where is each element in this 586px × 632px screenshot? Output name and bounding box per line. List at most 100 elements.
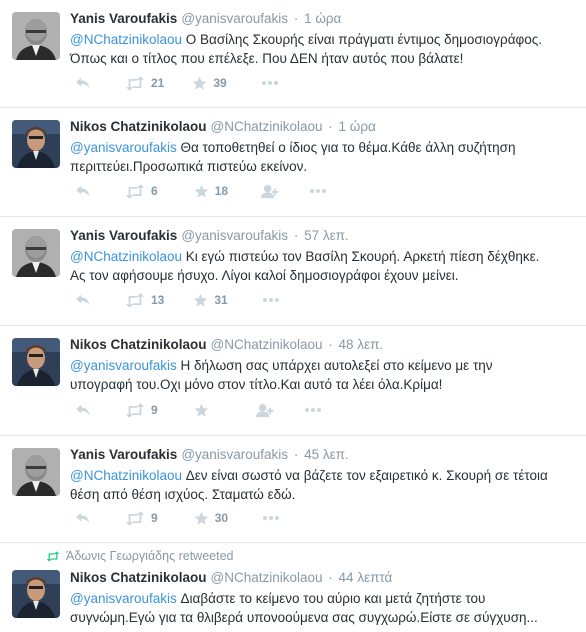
tweet-text-line2: περιττεύει.Προσωπικά πιστεύω εκείνον. [70,158,308,174]
separator-dot: · [324,119,337,134]
star-icon [192,76,207,91]
favorite-button[interactable]: 18 [194,184,228,199]
tweet-author-handle[interactable]: @yanisvaroufakis [181,11,288,26]
tweet-timestamp[interactable]: 1 ώρα [304,11,341,26]
avatar[interactable] [12,12,60,60]
tweet-author-handle[interactable]: @NChatzinikolaou [211,119,323,134]
favorite-button[interactable]: 30 [194,511,228,526]
reply-button[interactable] [74,184,92,198]
retweet-icon [125,511,145,526]
follow-button[interactable] [260,184,279,199]
tweet-timestamp[interactable]: 48 λεπ. [339,337,384,352]
retweet-button[interactable]: 9 [125,403,158,418]
tweet-text-line1: Ο Βασίλης Σκουρής είναι πράγματι έντιμος… [182,32,543,47]
favorite-button[interactable]: 31 [193,293,228,308]
tweet-author-handle[interactable]: @NChatzinikolaou [211,570,323,585]
tweet-author-handle[interactable]: @yanisvaroufakis [181,228,288,243]
retweet-button[interactable]: 13 [125,293,164,308]
separator-dot: · [324,337,337,352]
reply-button[interactable] [74,511,92,525]
tweet-actions: 21 39 [70,73,279,93]
tweet-author-name[interactable]: Yanis Varoufakis [70,228,177,243]
tweet-text-line2: Όπως και ο τίτλος που επέλεξε. Που ΔΕΝ ή… [70,50,464,66]
mention-link[interactable]: @yanisvaroufakis [70,358,177,373]
tweet-text-line2: θέση από θέση ισχύος. Σταματώ εδώ. [70,486,296,502]
tweet-text: @NChatzinikolaou Ο Βασίλης Σκουρής είναι… [70,31,576,68]
avatar[interactable] [12,448,60,496]
retweet-button[interactable]: 21 [125,76,164,91]
more-button[interactable] [309,188,327,194]
avatar[interactable] [12,338,60,386]
retweeted-by[interactable]: Άδωνις Γεωργιάδης retweeted [66,549,233,563]
follow-button[interactable] [255,403,274,418]
tweet-text-line2: συγνώμη.Εγώ για τα θλιβερά υπονοούμενα σ… [70,609,538,625]
mention-link[interactable]: @NChatzinikolaou [70,32,182,47]
more-icon [304,407,322,413]
mention-link[interactable]: @yanisvaroufakis [70,591,177,606]
tweet-text-line1: Κι εγώ πιστεύω τον Βασίλη Σκουρή. Αρκετή… [182,249,540,264]
retweet-count: 9 [151,403,158,417]
retweet-context: Άδωνις Γεωργιάδης retweeted [46,549,233,563]
tweet-text: @NChatzinikolaou Κι εγώ πιστεύω τον Βασί… [70,248,576,285]
favorite-count: 18 [214,184,229,198]
tweet-2[interactable]: Nikos Chatzinikolaou @NChatzinikolaou · 1… [0,108,586,217]
avatar[interactable] [12,570,60,618]
tweet-actions: 9 30 [70,508,280,528]
tweet-timestamp[interactable]: 45 λεπ. [304,447,349,462]
mention-link[interactable]: @yanisvaroufakis [70,140,177,155]
tweet-3[interactable]: Yanis Varoufakis @yanisvaroufakis · 57 λε… [0,217,586,326]
favorite-count: 39 [213,76,227,90]
tweet-author-name[interactable]: Nikos Chatzinikolaou [70,119,207,134]
retweet-icon [125,184,145,199]
more-button[interactable] [304,407,322,413]
tweet-6[interactable]: Άδωνις Γεωργιάδης retweeted Nikos Chatzi… [0,543,586,632]
more-button[interactable] [262,515,280,521]
tweet-timestamp[interactable]: 44 λεπτά [339,570,393,585]
tweet-1[interactable]: Yanis Varoufakis @yanisvaroufakis · 1 ώρα… [0,0,586,108]
retweet-icon [125,293,145,308]
tweet-author-name[interactable]: Nikos Chatzinikolaou [70,337,207,352]
reply-button[interactable] [74,76,92,90]
favorite-count: 31 [214,293,228,307]
tweet-author-handle[interactable]: @yanisvaroufakis [181,447,288,462]
tweet-4[interactable]: Nikos Chatzinikolaou @NChatzinikolaou · 4… [0,326,586,436]
avatar[interactable] [12,229,60,277]
separator-dot: · [324,570,337,585]
more-button[interactable] [261,80,279,86]
retweet-count: 21 [151,76,165,90]
retweet-count: 6 [151,184,158,198]
retweet-button[interactable]: 6 [125,184,158,199]
tweet-text: @NChatzinikolaou Δεν είναι σωστό να βάζε… [70,467,576,504]
tweet-text-line1: Η δήλωση σας υπάρχει αυτολεξεί στο κείμε… [176,358,493,373]
tweet-5[interactable]: Yanis Varoufakis @yanisvaroufakis · 45 λε… [0,436,586,543]
star-icon [194,403,209,418]
tweet-author-name[interactable]: Nikos Chatzinikolaou [70,570,207,585]
star-icon [193,293,208,308]
mention-link[interactable]: @NChatzinikolaou [70,249,182,264]
more-button[interactable] [262,297,280,303]
reply-button[interactable] [74,403,92,417]
favorite-button[interactable]: 39 [192,76,227,91]
tweet-text: @yanisvaroufakis Η δήλωση σας υπάρχει αυ… [70,357,576,394]
separator-dot: · [290,447,303,462]
avatar[interactable] [12,120,60,168]
reply-button[interactable] [74,293,92,307]
tweet-author-handle[interactable]: @NChatzinikolaou [211,337,323,352]
reply-icon [74,403,92,417]
favorite-button[interactable] [194,403,209,418]
retweet-button[interactable]: 9 [125,511,158,526]
follow-icon [255,403,274,418]
tweet-timestamp[interactable]: 57 λεπ. [304,228,349,243]
tweet-text: @yanisvaroufakis Διαβάστε το κείμενο του… [70,590,576,627]
tweet-text-line2: υπογραφή του.Οχι μόνο στον τίτλο.Και αυτ… [70,376,443,392]
retweet-icon [46,550,60,562]
tweet-text-line1: Διαβάστε το κείμενο του αύριο και μετά ζ… [176,591,486,606]
favorite-count: 30 [214,511,229,525]
reply-icon [74,511,92,525]
tweet-author-name[interactable]: Yanis Varoufakis [70,11,177,26]
star-icon [194,511,209,526]
retweet-icon [125,403,145,418]
tweet-timestamp[interactable]: 1 ώρα [339,119,376,134]
tweet-author-name[interactable]: Yanis Varoufakis [70,447,177,462]
mention-link[interactable]: @NChatzinikolaou [70,468,182,483]
